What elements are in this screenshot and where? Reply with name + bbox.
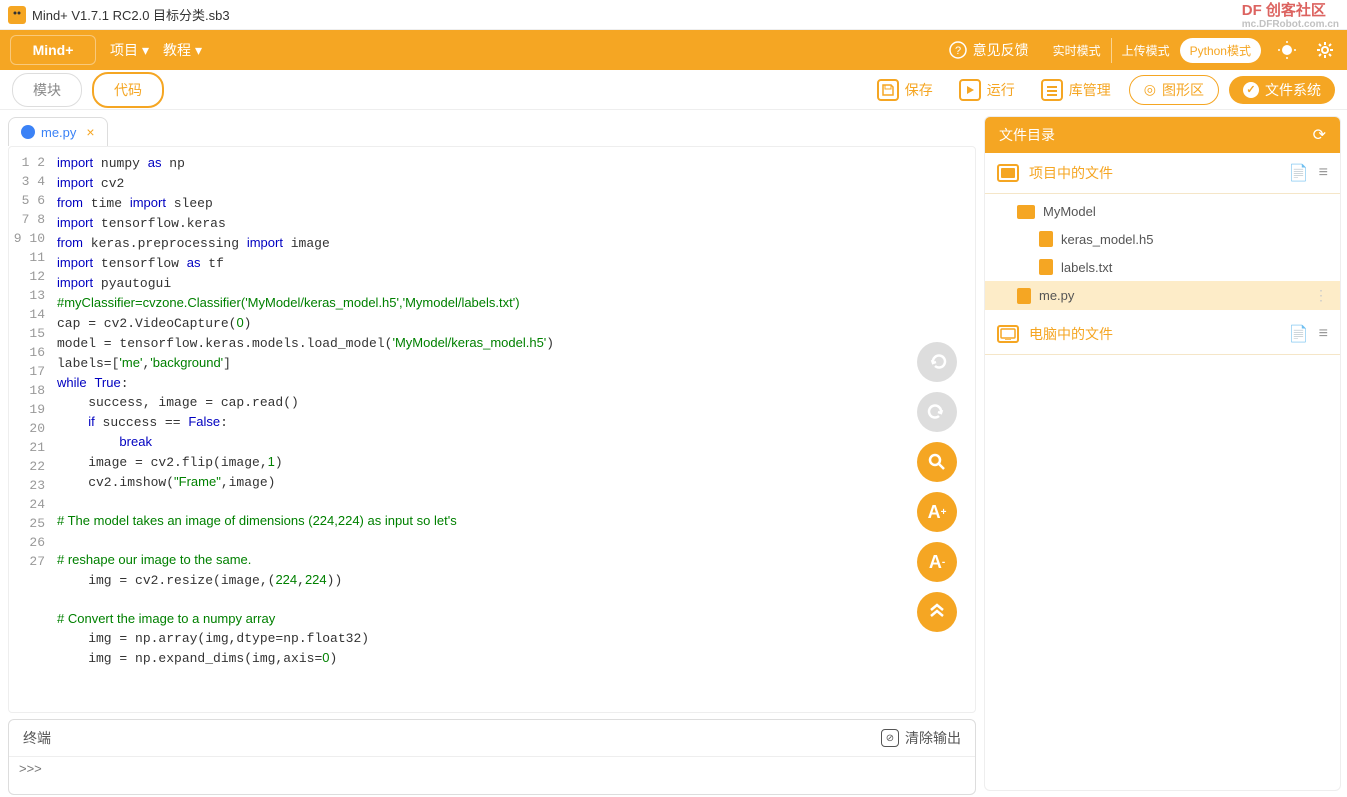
tab-code[interactable]: 代码 [92, 72, 164, 108]
menu-bar: Mind+ 项目 ▾ 教程 ▾ ? 意见反馈 实时模式 上传模式 Python模… [0, 30, 1347, 70]
menu-tutorial[interactable]: 教程 ▾ [163, 40, 202, 60]
menu-project[interactable]: 项目 ▾ [110, 40, 149, 60]
search-button[interactable] [917, 442, 957, 482]
mode-upload[interactable]: 上传模式 [1111, 38, 1180, 63]
section-computer-files[interactable]: 电脑中的文件 📄 ≡ [985, 314, 1340, 355]
toolbar: 模块 代码 保存 运行 库管理 ◎图形区 ✓文件系统 [0, 70, 1347, 110]
editor-float-buttons: A+ A- [917, 342, 957, 632]
font-decrease-button[interactable]: A- [917, 542, 957, 582]
graph-button[interactable]: ◎图形区 [1129, 75, 1219, 105]
feedback-button[interactable]: ? 意见反馈 [949, 40, 1029, 60]
chevron-down-icon: ▾ [195, 42, 202, 59]
terminal-prompt: >>> [19, 761, 42, 776]
clear-icon: ⊘ [881, 729, 899, 747]
files-button[interactable]: ✓文件系统 [1229, 76, 1335, 104]
tree-file[interactable]: keras_model.h5 [985, 225, 1340, 253]
run-button[interactable]: 运行 [951, 75, 1023, 105]
window-title: Mind+ V1.7.1 RC2.0 目标分类.sb3 [32, 5, 230, 24]
theme-icon[interactable] [1275, 38, 1299, 62]
tab-block[interactable]: 模块 [12, 73, 82, 107]
chevron-down-icon: ▾ [142, 42, 149, 59]
more-icon[interactable]: ⋮ [1314, 287, 1328, 304]
file-tabs: me.py × [0, 110, 984, 146]
menu-icon[interactable]: ≡ [1319, 164, 1328, 182]
mode-switch: 实时模式 上传模式 Python模式 [1043, 38, 1261, 63]
python-icon [21, 125, 35, 139]
undo-button[interactable] [917, 342, 957, 382]
question-icon: ? [949, 41, 967, 59]
section-project-files[interactable]: 项目中的文件 📄 ≡ [985, 153, 1340, 194]
tree-folder[interactable]: MyModel [985, 198, 1340, 225]
clear-output-button[interactable]: ⊘ 清除输出 [881, 728, 961, 748]
terminal-body[interactable]: >>> [9, 756, 975, 794]
save-icon [877, 79, 899, 101]
file-icon [1039, 259, 1053, 275]
sidebar-title: 文件目录 [999, 125, 1055, 145]
save-button[interactable]: 保存 [869, 75, 941, 105]
font-increase-button[interactable]: A+ [917, 492, 957, 532]
file-icon [1017, 288, 1031, 304]
title-bar: Mind+ V1.7.1 RC2.0 目标分类.sb3 DF 创客社区 mc.D… [0, 0, 1347, 30]
terminal-title: 终端 [23, 728, 51, 748]
settings-icon[interactable] [1313, 38, 1337, 62]
file-tab[interactable]: me.py × [8, 117, 108, 146]
library-button[interactable]: 库管理 [1033, 75, 1119, 105]
code-editor[interactable]: 1 2 3 4 5 6 7 8 9 10 11 12 13 14 15 16 1… [8, 146, 976, 713]
logo: Mind+ [10, 35, 96, 65]
tree-file-selected[interactable]: me.py⋮ [985, 281, 1340, 310]
code-content[interactable]: import numpy as np import cv2 from time … [57, 147, 975, 712]
app-icon [8, 6, 26, 24]
computer-icon [997, 325, 1019, 343]
terminal-panel: 终端 ⊘ 清除输出 >>> [8, 719, 976, 795]
play-icon [959, 79, 981, 101]
refresh-icon[interactable]: ⟳ [1313, 125, 1326, 145]
new-file-icon[interactable]: 📄 [1289, 163, 1309, 183]
check-icon: ✓ [1243, 82, 1259, 98]
svg-text:?: ? [955, 45, 961, 57]
folder-icon [1017, 205, 1035, 219]
tree-file[interactable]: labels.txt [985, 253, 1340, 281]
mode-python[interactable]: Python模式 [1180, 38, 1261, 63]
menu-icon[interactable]: ≡ [1319, 325, 1328, 343]
mode-realtime[interactable]: 实时模式 [1043, 38, 1111, 63]
folder-icon [997, 164, 1019, 182]
target-icon: ◎ [1144, 81, 1156, 98]
file-tree: MyModel keras_model.h5 labels.txt me.py⋮ [985, 194, 1340, 314]
watermark: DF 创客社区 mc.DFRobot.com.cn [1242, 0, 1339, 30]
file-icon [1039, 231, 1053, 247]
file-tab-name: me.py [41, 125, 76, 140]
library-icon [1041, 79, 1063, 101]
sidebar: 文件目录 ⟳ 项目中的文件 📄 ≡ MyModel keras_model.h5… [984, 110, 1347, 797]
redo-button[interactable] [917, 392, 957, 432]
line-gutter: 1 2 3 4 5 6 7 8 9 10 11 12 13 14 15 16 1… [9, 147, 57, 712]
new-file-icon[interactable]: 📄 [1289, 324, 1309, 344]
collapse-button[interactable] [917, 592, 957, 632]
close-icon[interactable]: × [86, 124, 94, 140]
sidebar-header: 文件目录 ⟳ [985, 117, 1340, 153]
